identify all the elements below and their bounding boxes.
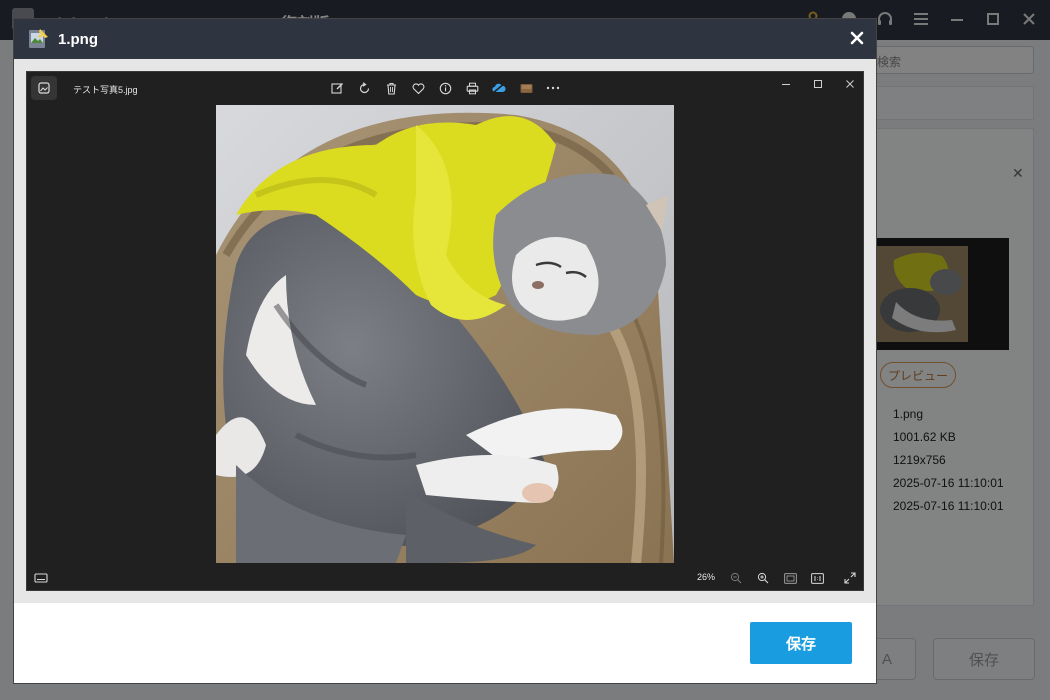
photos-viewer-window: テスト写真5.jpg 26% [26,71,864,591]
photo-edit-icon[interactable] [516,78,536,98]
filmstrip-icon[interactable] [33,570,49,586]
cat-photo [216,105,674,563]
zoom-tools [727,569,826,587]
photos-app-icon [31,76,57,100]
dialog-header: 1.png [14,19,876,59]
delete-icon[interactable] [381,78,401,98]
save-button[interactable]: 保存 [750,622,852,664]
viewer-tools [327,78,563,98]
cloud-icon[interactable] [489,78,509,98]
viewer-close-icon[interactable] [839,76,861,92]
image-file-icon [29,29,48,48]
print-icon[interactable] [462,78,482,98]
actual-size-icon[interactable] [808,569,826,587]
viewer-window-controls [775,76,861,92]
viewer-minimize-icon[interactable] [775,76,797,92]
rotate-icon[interactable] [354,78,374,98]
viewer-filename: テスト写真5.jpg [73,85,138,95]
edit-icon[interactable] [327,78,347,98]
dialog-footer: 保存 [14,603,876,683]
zoom-out-icon[interactable] [727,569,745,587]
zoom-in-icon[interactable] [754,569,772,587]
favorite-icon[interactable] [408,78,428,98]
preview-dialog: 1.png テスト写真5.jpg 26% 保存 [13,18,877,684]
dialog-title: 1.png [58,31,98,48]
dialog-close-icon[interactable] [846,27,868,49]
viewer-toolbar: テスト写真5.jpg [27,72,863,104]
info-icon[interactable] [435,78,455,98]
viewer-status-bar: 26% [27,566,863,590]
fit-screen-icon[interactable] [781,569,799,587]
preview-area: テスト写真5.jpg 26% [14,59,876,603]
fullscreen-icon[interactable] [841,569,859,587]
zoom-level: 26% [697,572,716,582]
more-icon[interactable] [543,78,563,98]
viewer-maximize-icon[interactable] [807,76,829,92]
